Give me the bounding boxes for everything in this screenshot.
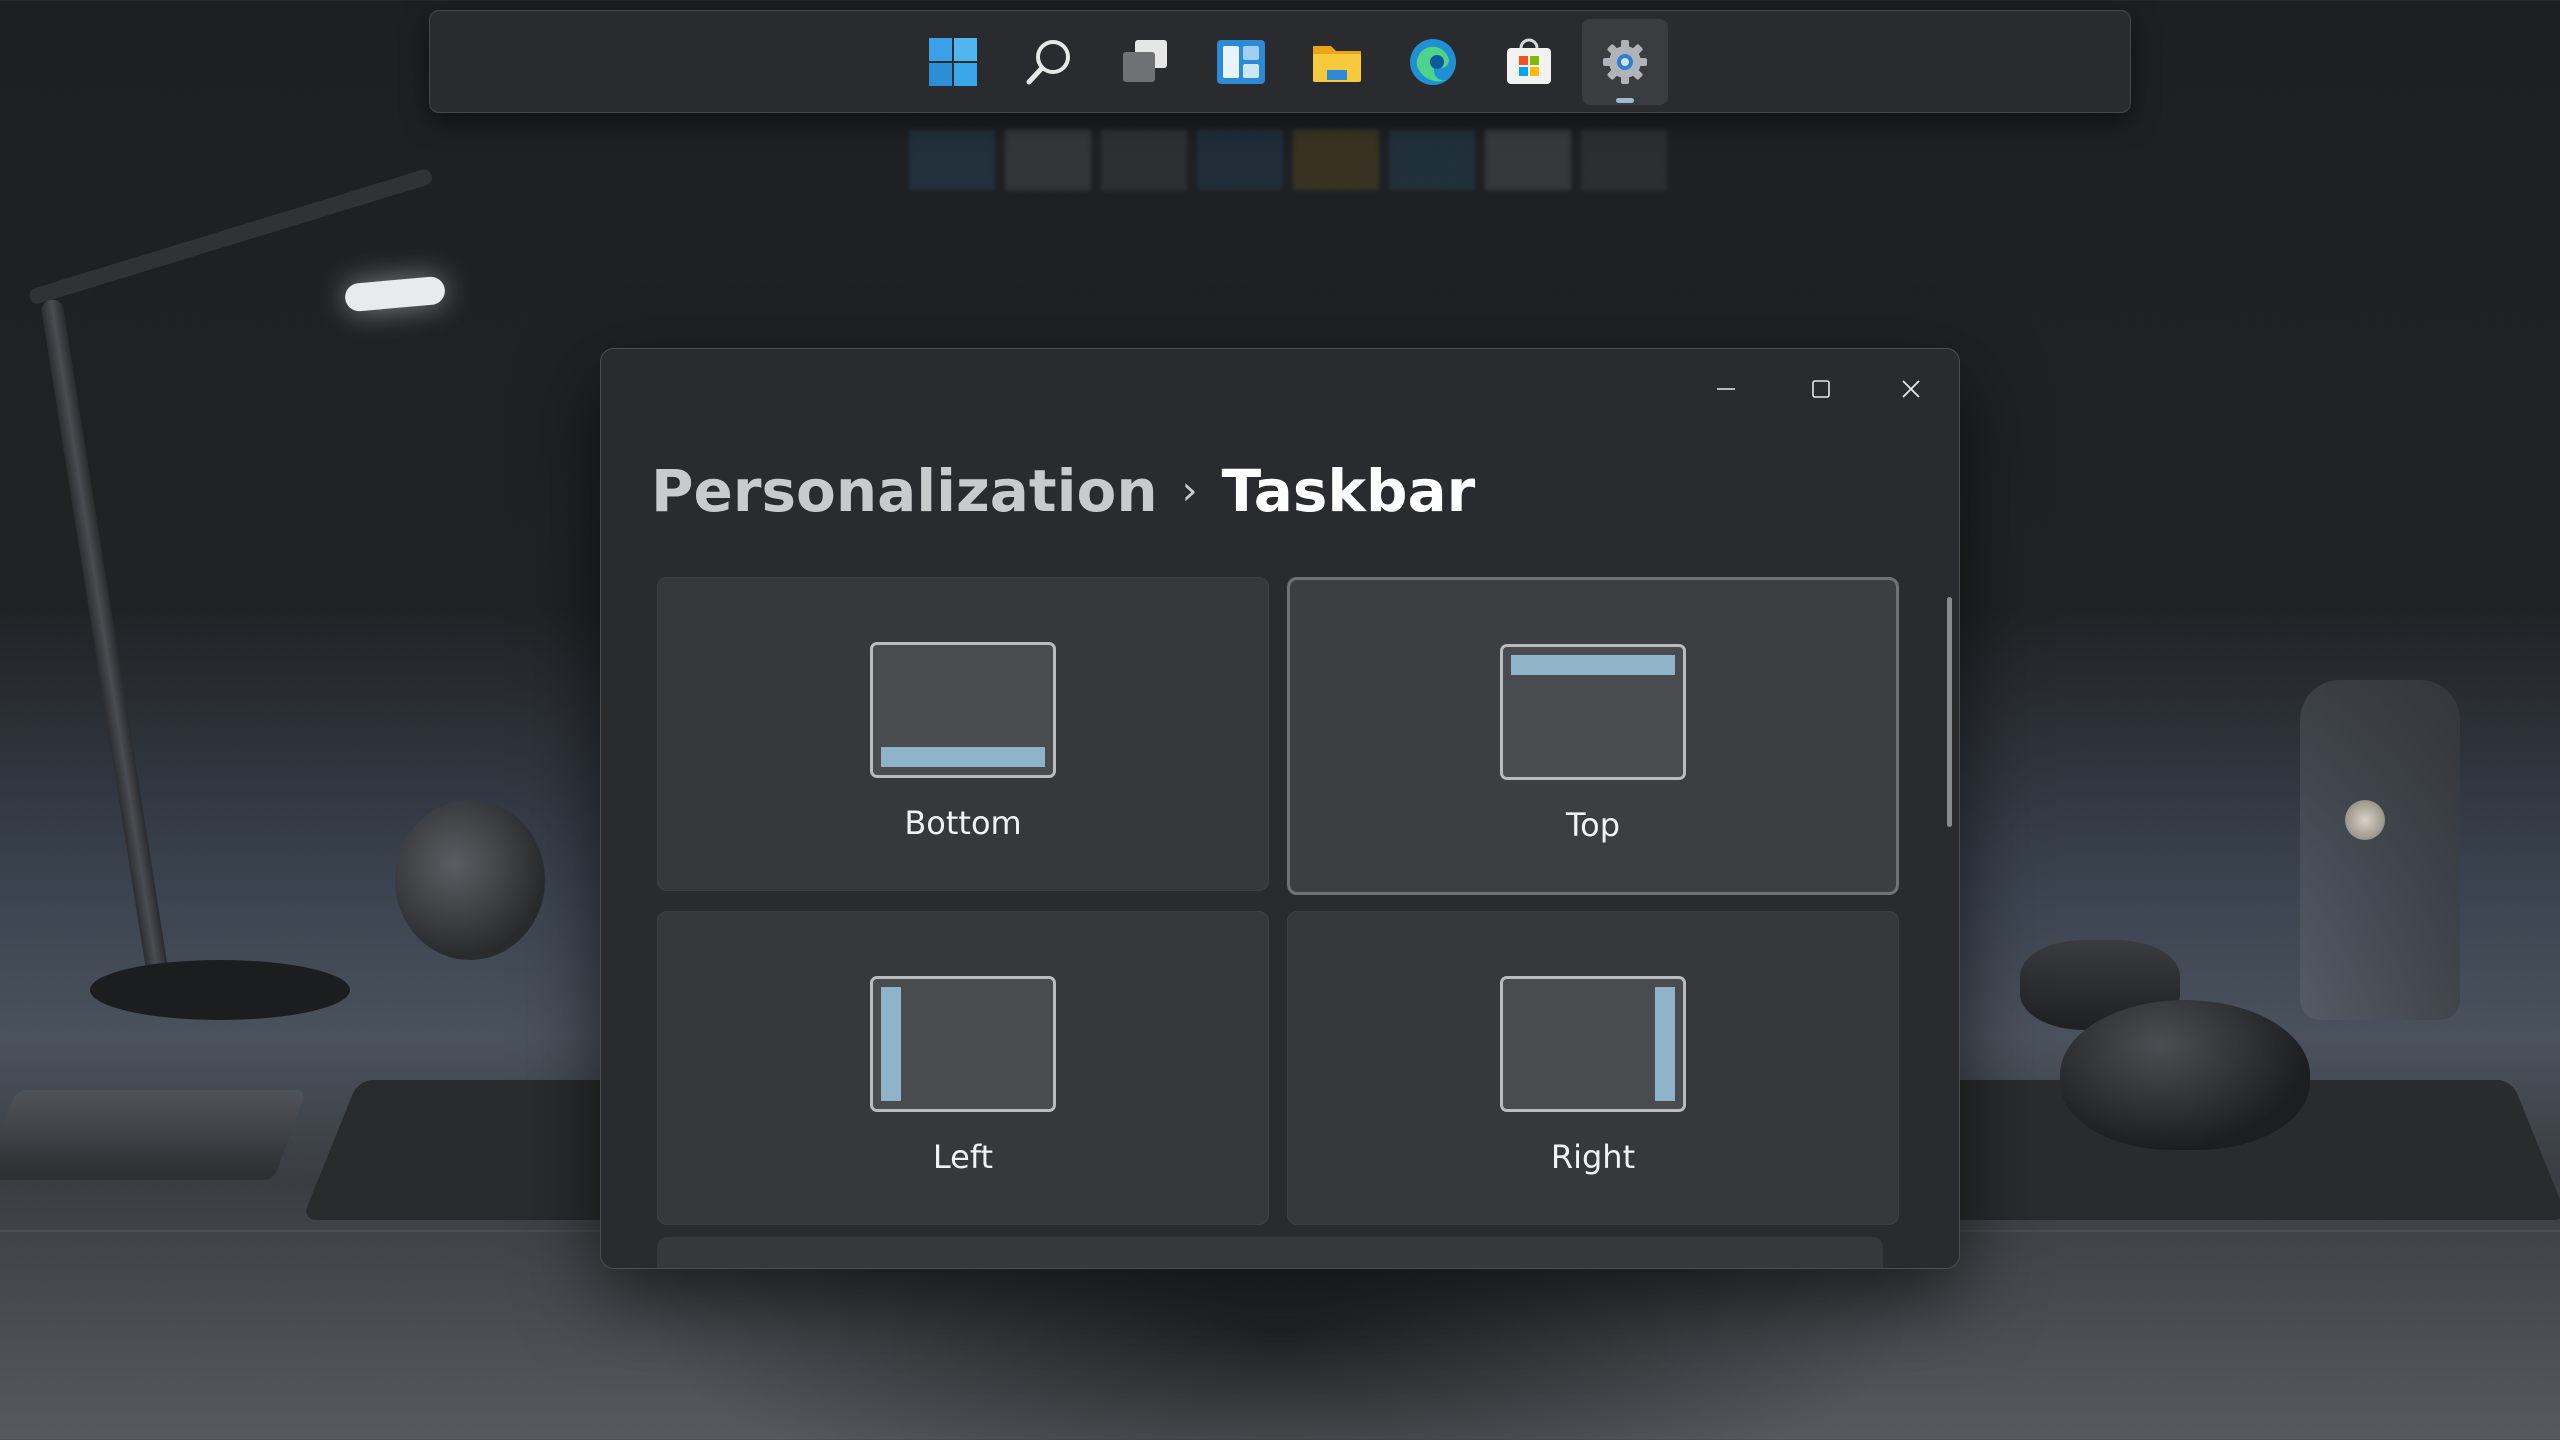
close-icon	[1902, 380, 1920, 398]
task-view-button[interactable]	[1102, 19, 1188, 105]
desk-mat-right	[1871, 1080, 2560, 1220]
edge-button[interactable]	[1390, 19, 1476, 105]
search-icon	[1026, 40, 1070, 85]
computer-mouse	[2060, 1000, 2310, 1150]
desk-puck	[2020, 940, 2180, 1030]
option-card-right[interactable]: Right	[1287, 911, 1899, 1225]
option-card-bottom[interactable]: Bottom	[657, 577, 1269, 891]
close-button[interactable]	[1871, 359, 1951, 419]
taskbar-icons	[910, 19, 1668, 105]
option-label: Top	[1566, 806, 1620, 844]
minimize-button[interactable]	[1686, 359, 1766, 419]
bulb	[2345, 800, 2385, 840]
file-explorer-button[interactable]	[1294, 19, 1380, 105]
page-title: Taskbar	[1221, 457, 1476, 525]
desk-lamp-base	[90, 960, 350, 1020]
taskbar-position-options: Bottom Top Left Right	[657, 577, 1899, 1225]
start-icon	[929, 38, 977, 86]
option-label: Right	[1550, 1138, 1636, 1176]
screen-preview-top-icon	[1500, 644, 1686, 780]
screen-preview-left-icon	[870, 976, 1056, 1112]
minimize-icon	[1717, 388, 1735, 390]
search-button[interactable]	[1006, 19, 1092, 105]
scrollbar[interactable]	[1947, 597, 1952, 827]
taskbar-reflection	[909, 130, 1667, 190]
settings-button[interactable]	[1582, 19, 1668, 105]
desk-lamp-arm	[27, 167, 434, 306]
chevron-right-icon: ›	[1181, 468, 1198, 514]
desk-lamp-stand	[40, 298, 175, 1013]
breadcrumb-parent-link[interactable]: Personalization	[651, 457, 1158, 525]
store-button[interactable]	[1486, 19, 1572, 105]
option-label: Bottom	[904, 804, 1022, 842]
file-explorer-icon	[1313, 46, 1361, 82]
maximize-icon	[1812, 380, 1830, 398]
widgets-icon	[1217, 40, 1265, 84]
store-icon	[1507, 38, 1551, 84]
glass-bottle	[2300, 680, 2460, 1020]
breadcrumb: Personalization › Taskbar	[651, 457, 1475, 525]
desk-lamp-light	[343, 275, 447, 313]
option-card-top[interactable]: Top	[1287, 577, 1899, 895]
speaker	[395, 800, 545, 960]
settings-window: Personalization › Taskbar Bottom Top Lef…	[600, 348, 1960, 1269]
start-button[interactable]	[910, 19, 996, 105]
screen-preview-bottom-icon	[870, 642, 1056, 778]
option-label: Left	[932, 1138, 994, 1176]
settings-icon	[1603, 40, 1647, 84]
taskbar	[429, 10, 2131, 113]
widgets-button[interactable]	[1198, 19, 1284, 105]
next-settings-card[interactable]	[657, 1237, 1883, 1268]
maximize-button[interactable]	[1781, 359, 1861, 419]
phone	[0, 1090, 307, 1180]
screen-preview-right-icon	[1500, 976, 1686, 1112]
option-card-left[interactable]: Left	[657, 911, 1269, 1225]
edge-icon	[1410, 39, 1456, 85]
task-view-icon	[1123, 40, 1167, 82]
